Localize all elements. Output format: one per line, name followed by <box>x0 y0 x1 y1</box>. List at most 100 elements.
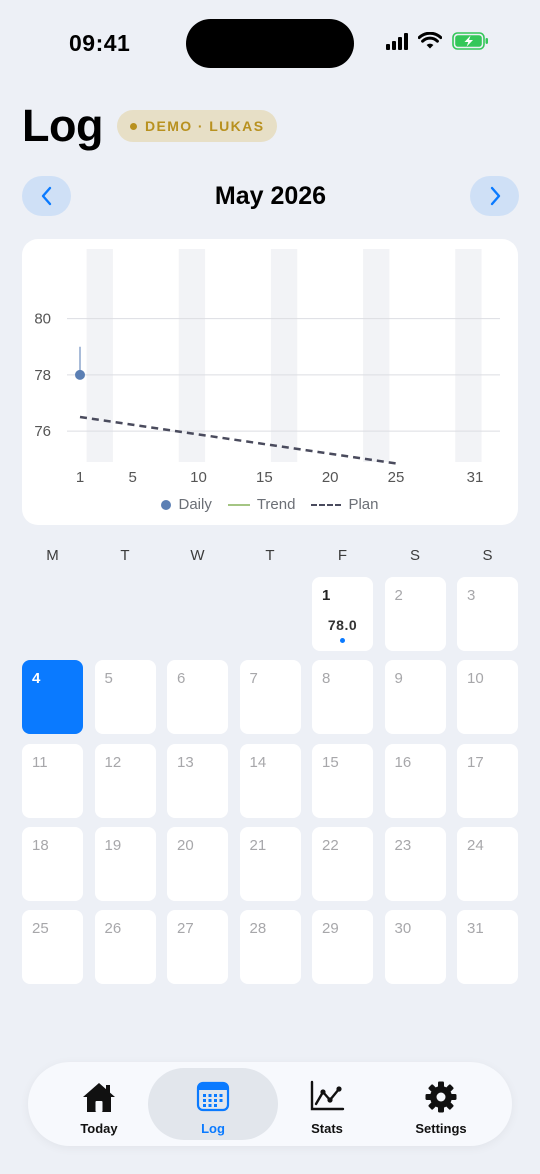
page-title: Log <box>22 100 103 151</box>
chart-line-icon <box>310 1080 345 1111</box>
demo-badge-label: DEMO · LUKAS <box>144 118 265 134</box>
day-number: 14 <box>249 753 267 771</box>
day-number: 13 <box>177 753 194 771</box>
day-number: 6 <box>177 670 186 688</box>
calendar-day-1[interactable]: 1 78.0 <box>312 577 373 651</box>
calendar-day-10[interactable]: 10 <box>457 660 518 735</box>
tab-log[interactable]: Log <box>148 1068 278 1140</box>
calendar-day-19[interactable]: 19 <box>94 826 156 901</box>
day-number: 27 <box>177 920 194 938</box>
calendar-day-24[interactable]: 24 <box>457 826 518 901</box>
calendar-day-11[interactable]: 11 <box>22 743 83 818</box>
calendar-day-20[interactable]: 20 <box>167 826 228 901</box>
tab-stats[interactable]: Stats <box>262 1068 392 1140</box>
calendar-day-9[interactable]: 9 <box>384 660 446 735</box>
calendar-day-31[interactable]: 31 <box>457 910 518 985</box>
calendar-day-12[interactable]: 12 <box>94 743 156 818</box>
weekday-label: M <box>46 547 59 564</box>
tab-settings[interactable]: Settings <box>376 1068 506 1140</box>
calendar-day-17[interactable]: 17 <box>457 743 518 818</box>
weekday-label: T <box>120 547 130 564</box>
demo-badge: DEMO · LUKAS <box>116 110 278 142</box>
weekday-label: S <box>482 547 493 564</box>
weekend-band <box>86 249 113 462</box>
month-title: May 2026 <box>214 182 327 210</box>
day-number: 22 <box>322 836 339 854</box>
day-number: 1 <box>322 587 331 604</box>
day-number: 2 <box>394 587 403 604</box>
calendar-day-29[interactable]: 29 <box>312 910 373 985</box>
calendar-day-16[interactable]: 16 <box>384 743 446 818</box>
legend-daily-label: Daily <box>178 496 212 513</box>
tab-bar: Today Log Stats Settings <box>28 1062 512 1146</box>
calendar-day-14[interactable]: 14 <box>239 743 301 818</box>
calendar-day-30[interactable]: 30 <box>384 910 446 985</box>
day-number: 28 <box>249 920 267 938</box>
legend-item-trend: Trend <box>227 496 296 513</box>
calendar-day-7[interactable]: 7 <box>239 660 301 735</box>
wifi-icon <box>418 32 442 49</box>
calendar-day-13[interactable]: 13 <box>167 743 228 818</box>
house-icon <box>83 1083 115 1112</box>
legend-trend-marker <box>227 503 250 506</box>
weekday-label: F <box>337 547 348 564</box>
cellular-signal-icon <box>386 32 408 50</box>
chevron-right-icon <box>490 186 500 206</box>
legend-trend-label: Trend <box>256 496 296 513</box>
month-navigator: May 2026 <box>22 176 519 216</box>
day-number: 3 <box>467 587 476 604</box>
day-number: 9 <box>394 670 403 688</box>
weekend-band <box>178 249 206 462</box>
calendar-grid: 1 78.0 2 3 4 5 6 7 8 9 10 11 12 13 14 15 16 17 18 19 20 21 22 2… <box>22 577 518 985</box>
gear-icon <box>425 1081 457 1113</box>
day-number: 17 <box>467 753 484 771</box>
calendar-day-2[interactable]: 2 <box>384 577 446 651</box>
weekday-label: W <box>190 547 205 564</box>
day-number: 20 <box>177 836 194 854</box>
calendar-day-6[interactable]: 6 <box>167 660 228 735</box>
dynamic-island <box>186 19 354 68</box>
tab-today[interactable]: Today <box>34 1068 164 1140</box>
y-tick-label: 78 <box>34 367 51 384</box>
battery-charging-icon <box>452 32 488 50</box>
x-tick-label: 5 <box>128 469 136 486</box>
calendar-day-18[interactable]: 18 <box>22 826 83 901</box>
calendar-day-21[interactable]: 21 <box>239 826 301 901</box>
calendar-day-22[interactable]: 22 <box>312 826 373 901</box>
weekend-band <box>363 249 390 462</box>
calendar-day-8[interactable]: 8 <box>312 660 373 735</box>
day-weight-value: 78.0 <box>327 617 358 633</box>
plan-line <box>79 415 397 465</box>
calendar-day-26[interactable]: 26 <box>94 910 156 985</box>
status-bar: 09:41 <box>0 0 540 90</box>
y-tick-label: 80 <box>34 311 51 328</box>
day-number: 19 <box>104 836 122 854</box>
day-number: 15 <box>322 753 339 771</box>
weight-chart-card: 80 78 76 1 5 10 15 20 25 31 Daily Trend Plan <box>22 239 518 525</box>
day-number: 18 <box>32 836 49 854</box>
calendar-day-15[interactable]: 15 <box>312 743 373 818</box>
calendar-day-4[interactable]: 4 <box>22 660 83 735</box>
day-number: 7 <box>249 670 258 688</box>
weekday-label: S <box>409 547 420 564</box>
calendar-day-25[interactable]: 25 <box>22 910 83 985</box>
day-number: 5 <box>104 670 113 688</box>
calendar-day-28[interactable]: 28 <box>239 910 301 985</box>
x-tick-label: 1 <box>76 469 84 486</box>
calendar-day-23[interactable]: 23 <box>384 826 446 901</box>
day-number: 8 <box>322 670 331 688</box>
calendar-day-5[interactable]: 5 <box>94 660 156 735</box>
next-month-button[interactable] <box>470 176 519 216</box>
day-number: 29 <box>322 920 339 938</box>
day-number: 10 <box>467 670 484 688</box>
calendar-day-3[interactable]: 3 <box>457 577 518 651</box>
calendar-day-27[interactable]: 27 <box>167 910 228 985</box>
legend-item-plan: Plan <box>311 496 379 513</box>
weekend-band <box>455 249 482 462</box>
day-number: 24 <box>467 836 484 854</box>
day-number: 4 <box>32 670 41 688</box>
y-tick-label: 76 <box>34 423 51 440</box>
tab-stats-label: Stats <box>311 1121 343 1136</box>
status-icons <box>386 32 490 50</box>
weekday-label: T <box>265 547 275 564</box>
